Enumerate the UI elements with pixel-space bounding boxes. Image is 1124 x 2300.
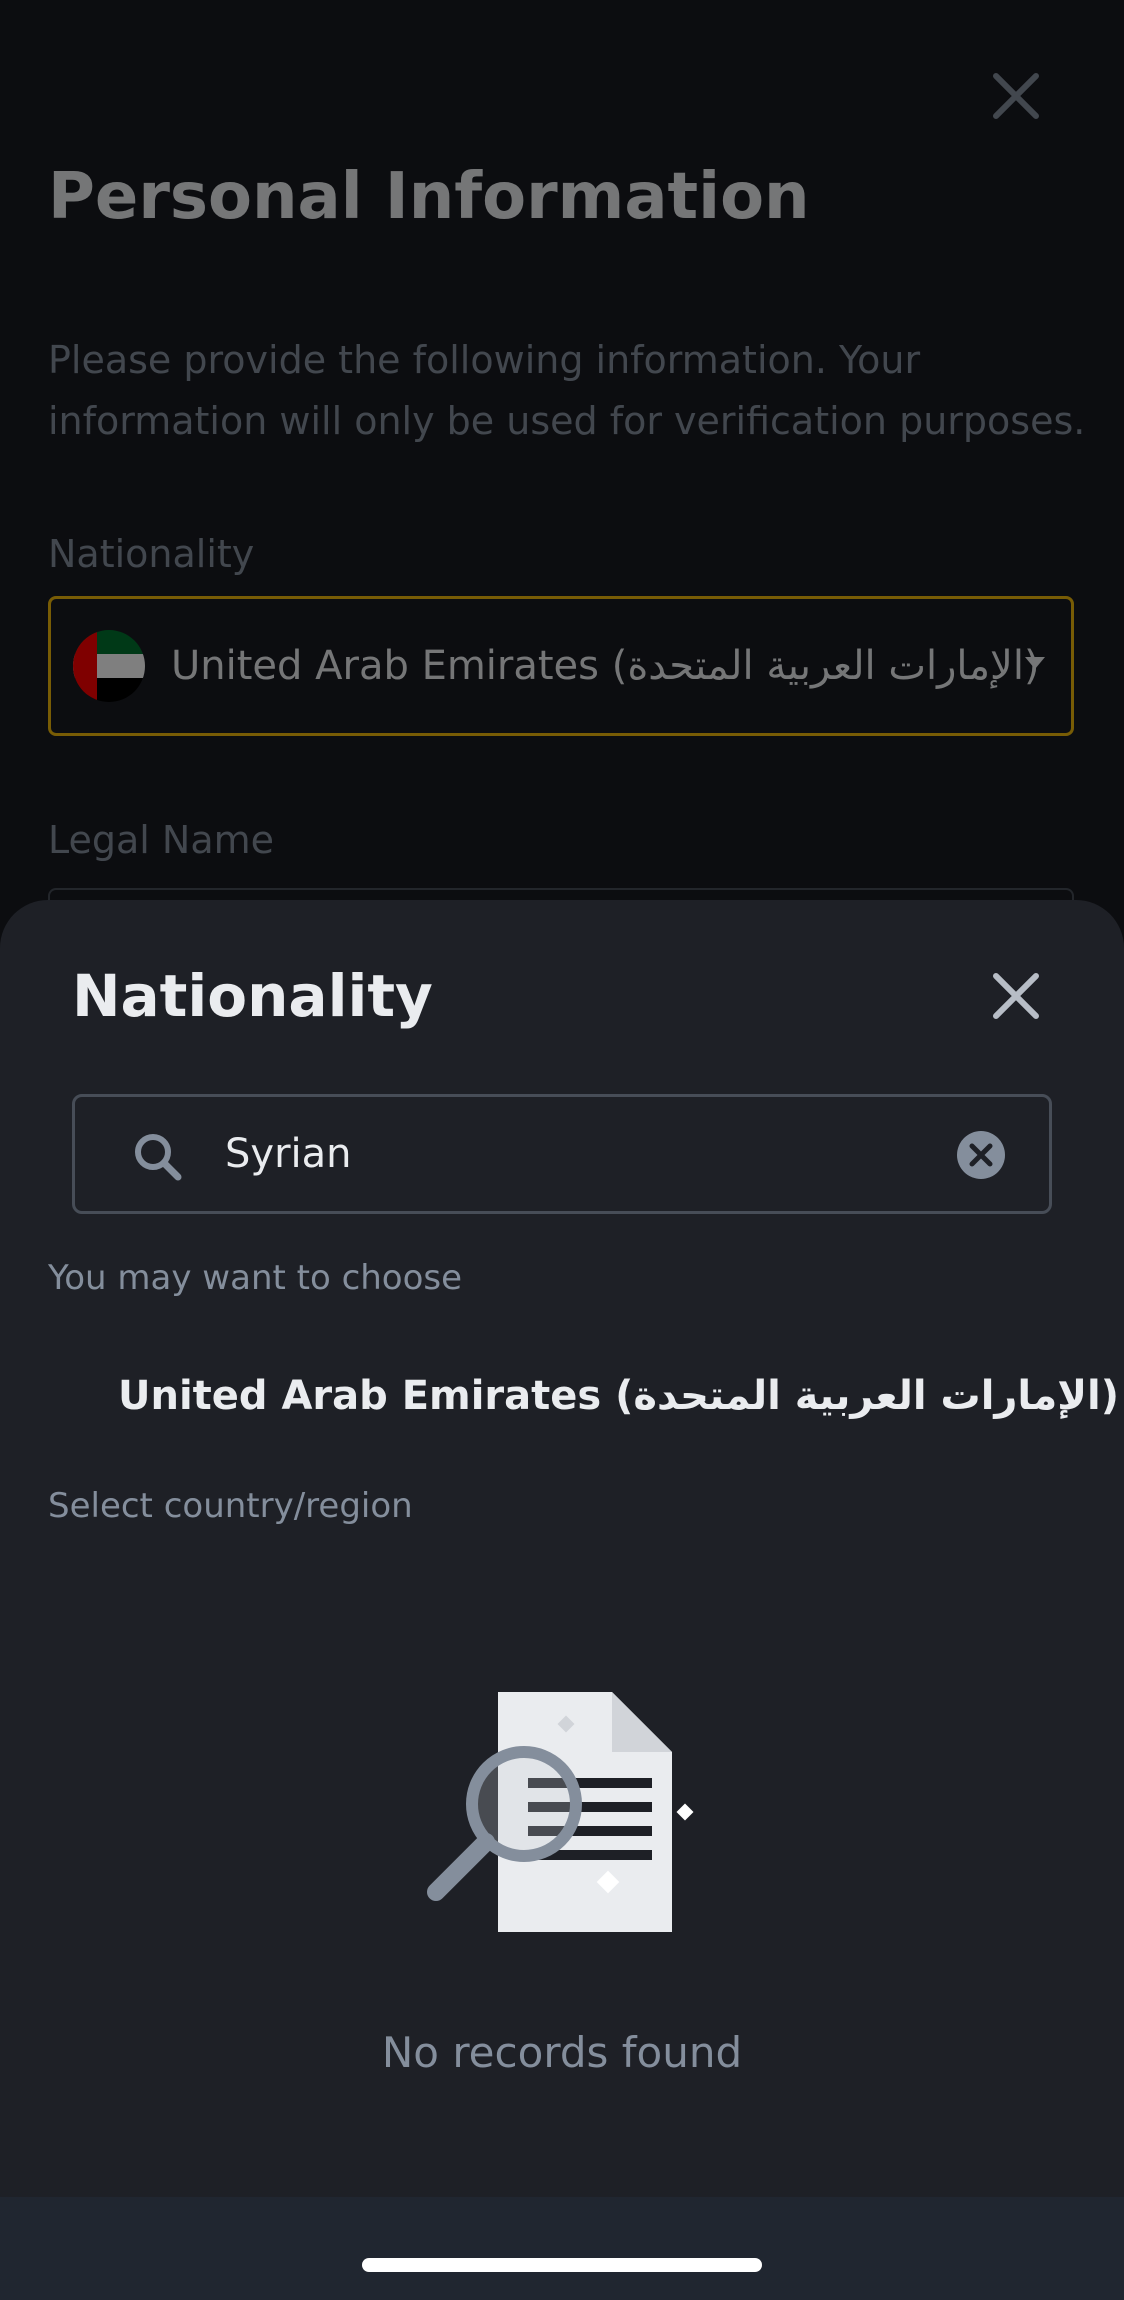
suggestion-label: You may want to choose (48, 1258, 463, 1298)
search-box (72, 1094, 1052, 1214)
bottom-safe-area (0, 2197, 1124, 2300)
clear-icon[interactable] (955, 1129, 1007, 1181)
nationality-sheet: Nationality You may want to choose (0, 900, 1124, 2300)
no-records-illustration (427, 1692, 694, 1932)
select-country-label: Select country/region (48, 1486, 413, 1526)
suggested-country-item[interactable]: United Arab Emirates (الإمارات العربية ا… (48, 1340, 1119, 1452)
suggested-country-name: United Arab Emirates (الإمارات العربية ا… (118, 1373, 1119, 1419)
search-icon (135, 1134, 182, 1181)
search-input[interactable] (225, 1117, 965, 1191)
empty-state-text: No records found (381, 2028, 743, 2077)
home-indicator[interactable] (362, 2258, 762, 2272)
sheet-title: Nationality (72, 962, 433, 1030)
close-icon[interactable] (980, 960, 1052, 1032)
